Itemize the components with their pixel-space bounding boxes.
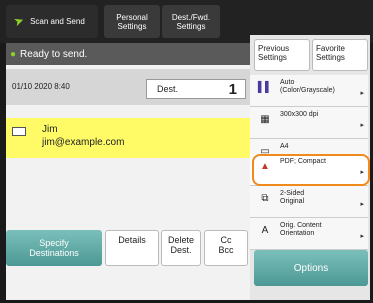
tab-dest-label-1: Dest./Fwd.: [171, 12, 211, 22]
options-label: Options: [293, 262, 329, 274]
destination-panel: 01/10 2020 8:40 Dest. 1 Jim jim@example.…: [6, 65, 250, 300]
resolution-option[interactable]: ▦ 300x300 dpi ▸: [250, 107, 368, 139]
dest-count: 1: [228, 81, 237, 98]
orientation-option[interactable]: A Orig. Content Orientation ▸: [250, 218, 368, 250]
previous-label-2: Settings: [258, 53, 287, 62]
cc-label-1: Cc: [220, 235, 232, 245]
tab-dest-fwd-settings[interactable]: Dest./Fwd. Settings: [162, 5, 220, 38]
cc-label-2: Bcc: [218, 245, 234, 255]
chevron-right-icon: ▸: [360, 122, 364, 129]
specify-label-1: Specify: [39, 238, 69, 248]
details-button[interactable]: Details: [105, 230, 159, 266]
delete-label-1: Delete: [167, 235, 194, 245]
orientation-line-2: Orientation: [280, 230, 315, 237]
favorite-label-2: Settings: [316, 53, 345, 62]
tab-dest-label-2: Settings: [176, 21, 206, 31]
delete-label-2: Dest.: [170, 245, 192, 255]
chevron-right-icon: ▸: [360, 233, 364, 240]
destination-email: jim@example.com: [42, 137, 125, 148]
two-sided-option[interactable]: ⧉ 2-Sided Original ▸: [250, 186, 368, 218]
details-label: Details: [118, 235, 146, 245]
status-text: Ready to send.: [20, 48, 88, 60]
tab-personal-label-2: Settings: [117, 21, 147, 31]
two-sided-icon: ⧉: [261, 193, 269, 204]
color-icon: ▌▌: [257, 82, 273, 93]
dest-label: Dest.: [157, 84, 179, 94]
file-format-option[interactable]: ▲ PDF; Compact ▸: [250, 154, 368, 186]
orientation-line-1: Orig. Content: [280, 222, 322, 229]
chevron-right-icon: ▸: [360, 169, 364, 176]
chevron-right-icon: ▸: [360, 90, 364, 97]
tab-scan-label: Scan and Send: [30, 17, 85, 26]
tab-personal-settings[interactable]: Personal Settings: [104, 5, 160, 38]
pdf-icon: ▲: [260, 161, 270, 172]
dest-count-box: Dest. 1: [146, 79, 246, 99]
specify-destinations-button[interactable]: Specify Destinations: [6, 230, 102, 266]
previous-settings-button[interactable]: Previous Settings: [254, 39, 310, 71]
chevron-right-icon: ▸: [360, 201, 364, 208]
destination-actions: Specify Destinations Details Delete Dest…: [6, 230, 250, 272]
color-mode-line-1: Auto: [280, 79, 295, 86]
status-bar: ● Ready to send.: [6, 43, 250, 65]
options-button[interactable]: Options: [254, 250, 368, 286]
settings-panel: Previous Settings Favorite Settings ▌▌ A…: [250, 35, 370, 300]
delete-dest-button[interactable]: Delete Dest.: [161, 230, 201, 266]
date-row: 01/10 2020 8:40 Dest. 1: [6, 69, 250, 105]
two-sided-line-2: Original: [280, 198, 305, 205]
color-mode-line-2: (Color/Grayscale): [280, 87, 335, 94]
previous-label-1: Previous: [258, 44, 290, 53]
email-icon: [12, 127, 26, 136]
paper-size-line-1: A4: [280, 143, 289, 150]
orientation-icon: A: [261, 225, 269, 236]
favorite-label-1: Favorite: [316, 44, 345, 53]
file-format-line-1: PDF; Compact: [280, 158, 326, 165]
resolution-line-1: 300x300 dpi: [280, 111, 319, 118]
cc-bcc-button[interactable]: Cc Bcc: [204, 230, 248, 266]
tab-scan-and-send[interactable]: ➤ Scan and Send: [6, 5, 98, 38]
destination-name: Jim: [42, 124, 58, 135]
ready-icon: ●: [10, 48, 17, 60]
resolution-icon: ▦: [260, 114, 270, 125]
send-icon: ➤: [11, 12, 26, 30]
destination-entry[interactable]: Jim jim@example.com: [6, 118, 250, 158]
favorite-settings-button[interactable]: Favorite Settings: [312, 39, 368, 71]
two-sided-line-1: 2-Sided: [280, 190, 305, 197]
color-mode-option[interactable]: ▌▌ Auto (Color/Grayscale) ▸: [250, 75, 368, 107]
specify-label-2: Destinations: [29, 248, 79, 258]
tab-personal-label-1: Personal: [116, 12, 148, 22]
date-time: 01/10 2020 8:40: [12, 82, 70, 91]
